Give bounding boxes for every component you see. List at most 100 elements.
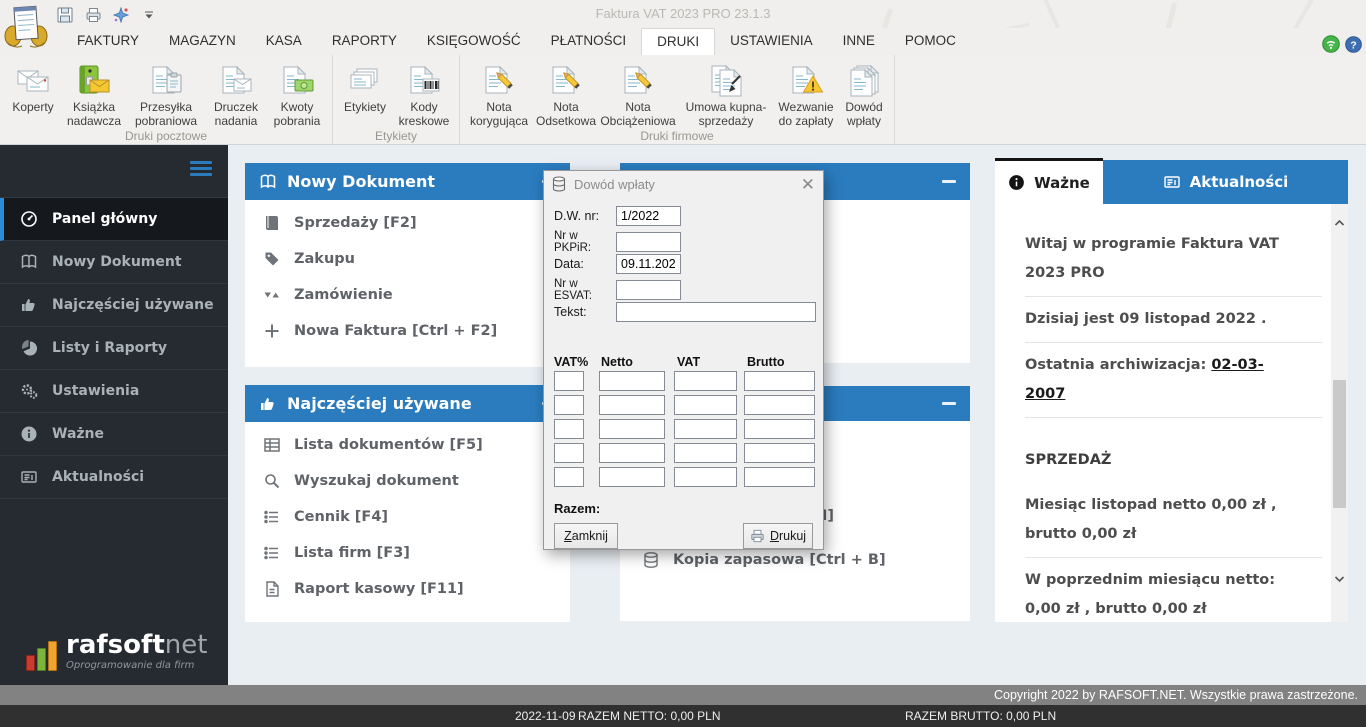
save-icon[interactable] <box>56 6 74 24</box>
search-icon <box>263 472 281 490</box>
sidebar-item-aktualnosci[interactable]: Aktualności <box>0 456 228 499</box>
tab-ksiegowosc[interactable]: KSIĘGOWOŚĆ <box>412 28 536 55</box>
scroll-up-icon[interactable] <box>1333 216 1346 230</box>
sidebar-item-listy-i-raporty[interactable]: Listy i Raporty <box>0 327 228 370</box>
barcode-icon <box>406 61 442 101</box>
envelopes-icon <box>15 61 51 101</box>
drukuj-button[interactable]: Drukuj <box>743 523 813 549</box>
table-cell-input[interactable] <box>744 467 815 487</box>
ribbon-wezwanie-do-zaplaty[interactable]: Wezwanie do zapłaty <box>774 57 838 129</box>
print-icon[interactable] <box>84 6 102 24</box>
ribbon-przesylka-pobraniowa[interactable]: Przesyłka pobraniowa <box>126 57 206 129</box>
scrollbar[interactable] <box>1331 204 1348 622</box>
table-cell-input[interactable] <box>744 443 815 463</box>
tab-platnosci[interactable]: PŁATNOŚCI <box>536 28 642 55</box>
sidebar-item-nowy-dokument[interactable]: Nowy Dokument <box>0 241 228 284</box>
tab-ustawienia[interactable]: USTAWIENIA <box>715 28 828 55</box>
panel-item-lista-dokumentow[interactable]: Lista dokumentów [F5] <box>245 427 570 463</box>
ribbon-koperty[interactable]: Koperty <box>4 57 62 115</box>
close-icon[interactable]: ✕ <box>801 176 815 193</box>
panel-item-cennik[interactable]: Cennik [F4] <box>245 499 570 535</box>
scroll-down-icon[interactable] <box>1333 572 1346 586</box>
panel-item-raport-kasowy[interactable]: Raport kasowy [F11] <box>245 571 570 607</box>
table-cell-input[interactable] <box>674 371 737 391</box>
ribbon-item-label: Nota Odsetkowa <box>534 101 598 129</box>
ribbon-dowod-wplaty[interactable]: Dowód wpłaty <box>838 57 890 129</box>
pkpir-input[interactable] <box>616 232 681 252</box>
col-header-vat-pct: VAT% <box>554 355 588 369</box>
table-cell-input[interactable] <box>744 395 815 415</box>
table-cell-input[interactable] <box>554 395 584 415</box>
tab-wazne[interactable]: Ważne <box>995 158 1103 204</box>
document-pencil-icon <box>548 61 584 101</box>
minimize-button[interactable] <box>942 402 956 405</box>
dialog-dowod-wplaty: Dowód wpłaty ✕ D.W. nr: Nr w PKPiR: Data… <box>543 170 824 550</box>
tab-kasa[interactable]: KASA <box>251 28 317 55</box>
ribbon-item-label: Koperty <box>12 101 53 115</box>
ribbon-ksiazka-nadawcza[interactable]: Książka nadawcza <box>62 57 126 129</box>
table-cell-input[interactable] <box>554 371 584 391</box>
esvat-input[interactable] <box>616 280 681 300</box>
table-cell-input[interactable] <box>599 467 665 487</box>
qat-dropdown-icon[interactable] <box>140 6 158 24</box>
table-cell-input[interactable] <box>554 443 584 463</box>
ribbon-umowa-kupna-sprzedazy[interactable]: Umowa kupna-sprzedaży <box>678 57 774 129</box>
sidebar-item-wazne[interactable]: Ważne <box>0 413 228 456</box>
tab-inne[interactable]: INNE <box>828 28 890 55</box>
ribbon-druczek-nadania[interactable]: Druczek nadania <box>206 57 266 129</box>
sidebar-item-panel-glowny[interactable]: Panel główny <box>0 198 228 241</box>
ribbon-nota-obciazeniowa[interactable]: Nota Obciążeniowa <box>598 57 678 129</box>
table-cell-input[interactable] <box>599 395 665 415</box>
panel-item-label: Lista dokumentów [F5] <box>294 437 483 453</box>
minimize-button[interactable] <box>942 180 956 183</box>
rafsoft-logo: rafsoftnet Oprogramowanie dla firm <box>26 632 207 671</box>
table-cell-input[interactable] <box>599 443 665 463</box>
panel-item-label: Wyszukaj dokument <box>294 473 459 489</box>
app-logo-icon[interactable] <box>4 3 48 49</box>
data-input[interactable] <box>616 254 681 274</box>
dw-nr-input[interactable] <box>616 206 681 226</box>
tab-faktury[interactable]: FAKTURY <box>62 28 154 55</box>
ribbon-kwoty-pobrania[interactable]: Kwoty pobrania <box>266 57 328 129</box>
table-cell-input[interactable] <box>674 395 737 415</box>
tab-aktualnosci[interactable]: Aktualności <box>1103 160 1348 204</box>
ribbon-group-label: Druki pocztowe <box>0 129 332 143</box>
ribbon-nota-odsetkowa[interactable]: Nota Odsetkowa <box>534 57 598 129</box>
newspaper-icon <box>20 468 38 486</box>
tab-magazyn[interactable]: MAGAZYN <box>154 28 251 55</box>
panel-item-zamowienie[interactable]: Zamówienie <box>245 277 570 313</box>
ribbon-kody-kreskowe[interactable]: Kody kreskowe <box>393 57 455 129</box>
sidebar-item-ustawienia[interactable]: Ustawienia <box>0 370 228 413</box>
table-cell-input[interactable] <box>599 419 665 439</box>
table-cell-input[interactable] <box>554 467 584 487</box>
hamburger-menu-icon[interactable] <box>190 161 212 179</box>
ribbon-nota-korygujaca[interactable]: Nota korygująca <box>464 57 534 129</box>
info-icon <box>20 425 38 443</box>
table-cell-input[interactable] <box>599 371 665 391</box>
table-cell-input[interactable] <box>674 467 737 487</box>
tekst-input[interactable] <box>616 302 816 322</box>
table-cell-input[interactable] <box>674 419 737 439</box>
sidebar-item-najczesciej-uzywane[interactable]: Najczęściej używane <box>0 284 228 327</box>
tab-pomoc[interactable]: POMOC <box>890 28 971 55</box>
panel-item-lista-firm[interactable]: Lista firm [F3] <box>245 535 570 571</box>
tab-raporty[interactable]: RAPORTY <box>317 28 412 55</box>
col-header-vat: VAT <box>677 355 700 369</box>
ribbon-item-label: Wezwanie do zapłaty <box>774 101 838 129</box>
panel-item-nowa-faktura[interactable]: Nowa Faktura [Ctrl + F2] <box>245 313 570 349</box>
info-welcome: Witaj w programie Faktura VAT 2023 PRO <box>1025 222 1322 297</box>
tab-druki[interactable]: DRUKI <box>641 28 715 55</box>
table-cell-input[interactable] <box>744 419 815 439</box>
panel-item-wyszukaj-dokument[interactable]: Wyszukaj dokument <box>245 463 570 499</box>
panel-item-sprzedazy[interactable]: Sprzedaży [F2] <box>245 205 570 241</box>
panel-item-zakupu[interactable]: Zakupu <box>245 241 570 277</box>
help-icon[interactable]: ? <box>1345 36 1362 58</box>
sparkle-settings-icon[interactable] <box>112 6 130 24</box>
table-cell-input[interactable] <box>554 419 584 439</box>
ribbon-etykiety[interactable]: Etykiety <box>337 57 393 115</box>
book-icon <box>259 173 277 191</box>
table-cell-input[interactable] <box>674 443 737 463</box>
table-cell-input[interactable] <box>744 371 815 391</box>
zamknij-button[interactable]: Zamknij <box>554 523 618 549</box>
scrollbar-thumb[interactable] <box>1333 380 1346 508</box>
